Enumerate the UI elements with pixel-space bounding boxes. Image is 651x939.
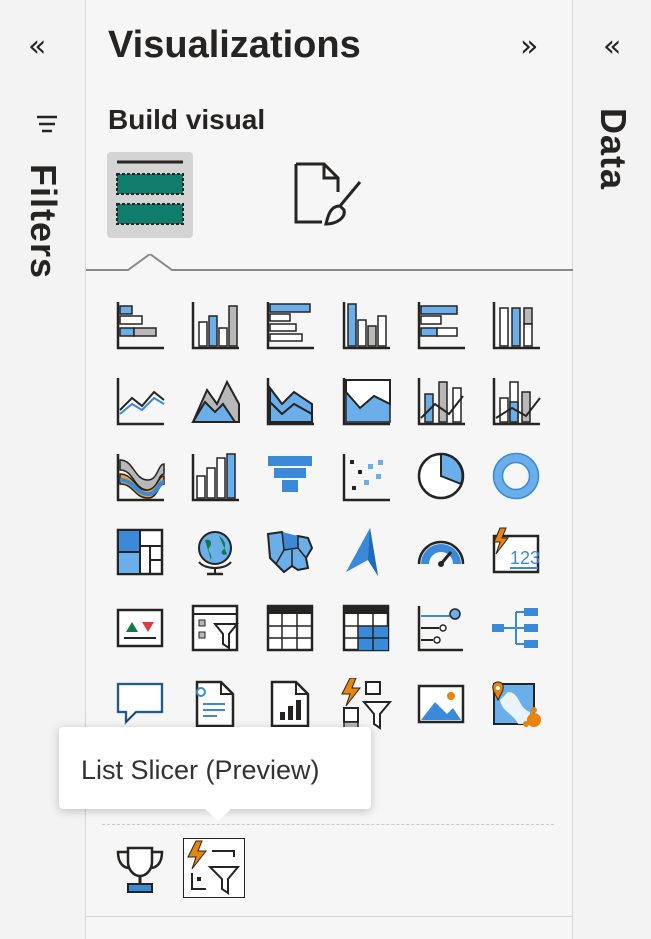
qa-visual-icon[interactable] bbox=[114, 678, 166, 730]
button-slicer-icon[interactable] bbox=[340, 678, 392, 730]
filters-collapse-icon[interactable]: « bbox=[28, 32, 46, 62]
paintbrush-icon bbox=[294, 162, 362, 226]
data-pane-label[interactable]: Data bbox=[592, 108, 634, 190]
100-stacked-area-chart-icon[interactable] bbox=[340, 374, 392, 426]
100-stacked-bar-chart-icon[interactable] bbox=[415, 298, 467, 350]
line-and-clustered-column-chart-icon[interactable] bbox=[490, 374, 542, 426]
stacked-area-chart-icon[interactable] bbox=[264, 374, 316, 426]
slicer-icon[interactable] bbox=[189, 602, 241, 654]
kpi-icon[interactable] bbox=[114, 602, 166, 654]
clustered-column-chart-icon[interactable] bbox=[340, 298, 392, 350]
arcgis-map-icon[interactable] bbox=[490, 678, 542, 730]
gauge-icon[interactable] bbox=[415, 526, 467, 578]
map-globe-icon[interactable] bbox=[189, 526, 241, 578]
filled-map-icon[interactable] bbox=[264, 526, 316, 578]
decomposition-tree-icon[interactable] bbox=[490, 602, 542, 654]
filters-pane-label[interactable]: Filters bbox=[22, 164, 64, 279]
key-influencers-icon[interactable] bbox=[415, 602, 467, 654]
gallery-divider bbox=[102, 824, 554, 825]
smart-narrative-icon[interactable] bbox=[189, 678, 241, 730]
visualizations-pane: Visualizations » Build visual 123 List S… bbox=[59, 0, 573, 939]
tooltip-text: List Slicer (Preview) bbox=[81, 755, 320, 785]
image-icon[interactable] bbox=[415, 678, 467, 730]
table-icon[interactable] bbox=[264, 602, 316, 654]
clustered-bar-chart-icon[interactable] bbox=[264, 298, 316, 350]
pie-chart-icon[interactable] bbox=[415, 450, 467, 502]
stacked-bar-chart-icon[interactable] bbox=[114, 298, 166, 350]
trophy-goals-icon[interactable] bbox=[112, 840, 168, 896]
scatter-chart-icon[interactable] bbox=[340, 450, 392, 502]
visual-gallery: 123 bbox=[114, 298, 542, 730]
matrix-icon[interactable] bbox=[340, 602, 392, 654]
build-visual-label: Build visual bbox=[108, 104, 266, 135]
stacked-column-chart-icon[interactable] bbox=[189, 298, 241, 350]
build-visual-fields-icon bbox=[116, 160, 184, 225]
line-chart-icon[interactable] bbox=[114, 374, 166, 426]
donut-chart-icon[interactable] bbox=[490, 450, 542, 502]
treemap-icon[interactable] bbox=[114, 526, 166, 578]
paginated-report-icon[interactable] bbox=[264, 678, 316, 730]
pane-bottom-divider bbox=[86, 916, 573, 917]
ribbon-chart-icon[interactable] bbox=[114, 450, 166, 502]
azure-map-icon[interactable] bbox=[340, 526, 392, 578]
tooltip-arrow bbox=[203, 807, 233, 821]
tooltip: List Slicer (Preview) bbox=[59, 727, 371, 821]
visualizations-expand-icon[interactable]: » bbox=[520, 32, 538, 62]
filter-lines-icon[interactable] bbox=[36, 114, 58, 138]
format-visual-tab[interactable] bbox=[286, 152, 372, 238]
data-pane: « Data bbox=[573, 0, 651, 939]
line-and-stacked-column-chart-icon[interactable] bbox=[415, 374, 467, 426]
card-new-icon[interactable]: 123 bbox=[490, 526, 542, 578]
100-stacked-column-chart-icon[interactable] bbox=[490, 298, 542, 350]
list-slicer-preview-icon[interactable] bbox=[183, 838, 245, 898]
build-visual-tab[interactable] bbox=[107, 152, 193, 238]
area-chart-icon[interactable] bbox=[189, 374, 241, 426]
funnel-chart-icon[interactable] bbox=[264, 450, 316, 502]
tab-divider bbox=[86, 254, 573, 271]
data-collapse-icon[interactable]: « bbox=[603, 32, 621, 62]
visualizations-title: Visualizations bbox=[108, 24, 361, 66]
svg-text:123: 123 bbox=[510, 548, 540, 568]
waterfall-chart-icon[interactable] bbox=[189, 450, 241, 502]
